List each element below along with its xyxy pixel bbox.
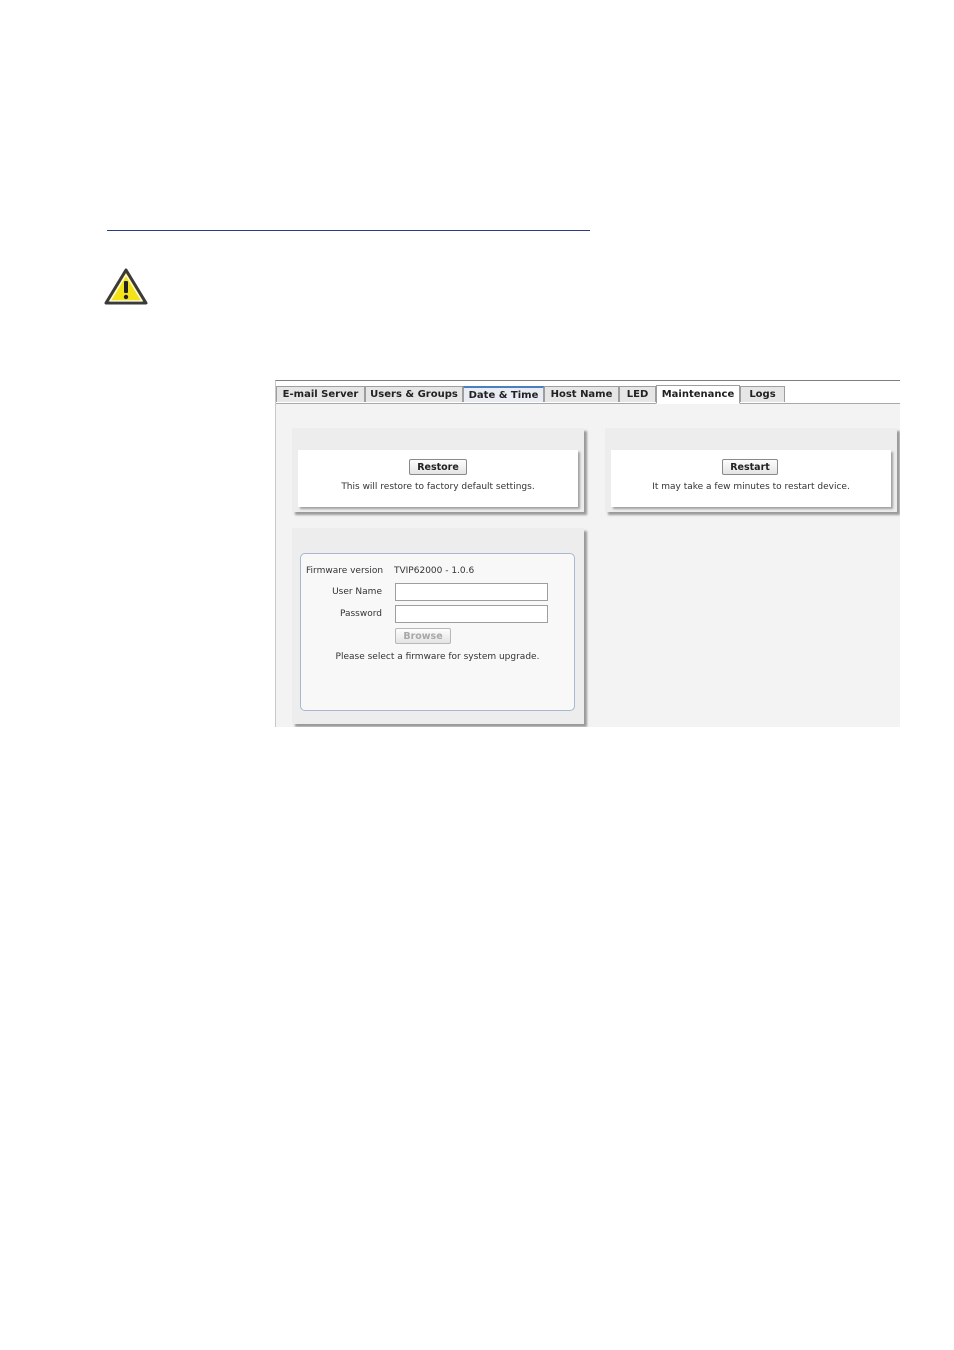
tab-date-time[interactable]: Date & Time (463, 386, 544, 402)
password-label: Password (339, 609, 382, 619)
restore-button[interactable]: Restore (409, 459, 467, 475)
tab-led[interactable]: LED (619, 386, 656, 402)
firmware-upgrade-box: Firmware version TVIP62000 - 1.0.6 User … (300, 553, 575, 711)
tab-maintenance[interactable]: Maintenance (656, 385, 740, 404)
tab-bar: E-mail Server Users & Groups Date & Time… (276, 381, 900, 404)
browse-button[interactable]: Browse (395, 628, 451, 644)
section-divider-line (107, 230, 590, 231)
warning-triangle-icon (104, 268, 148, 306)
tab-host-name[interactable]: Host Name (544, 386, 619, 402)
restore-panel-body: Restore This will restore to factory def… (298, 450, 578, 507)
firmware-hint: Please select a firmware for system upgr… (335, 652, 540, 662)
username-label: User Name (332, 587, 382, 597)
restart-panel-body: Restart It may take a few minutes to res… (611, 450, 891, 507)
username-field[interactable] (395, 583, 548, 601)
restart-description: It may take a few minutes to restart dev… (652, 482, 850, 492)
firmware-version-label: Firmware version (306, 566, 384, 576)
password-field[interactable] (395, 605, 548, 623)
tab-email-server[interactable]: E-mail Server (276, 386, 365, 402)
firmware-version-value: TVIP62000 - 1.0.6 (394, 566, 475, 576)
tab-logs[interactable]: Logs (740, 386, 785, 402)
restore-panel: Restore This will restore to factory def… (292, 428, 584, 512)
tab-users-groups[interactable]: Users & Groups (365, 386, 463, 402)
restart-button[interactable]: Restart (722, 459, 778, 475)
restore-description: This will restore to factory default set… (341, 482, 535, 492)
maintenance-screenshot: E-mail Server Users & Groups Date & Time… (275, 380, 900, 727)
restart-panel: Restart It may take a few minutes to res… (605, 428, 897, 512)
